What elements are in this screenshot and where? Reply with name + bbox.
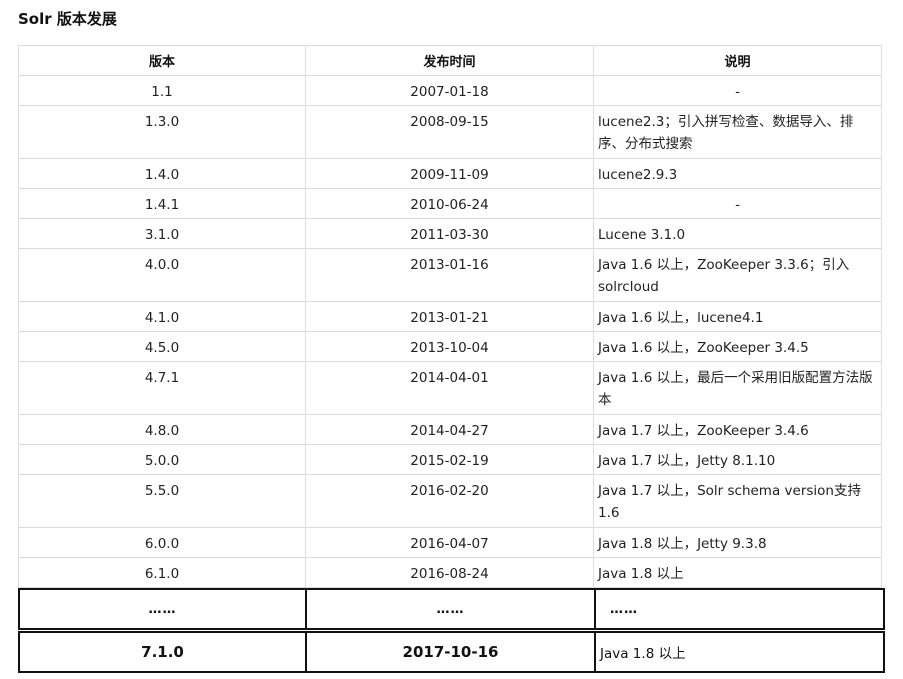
description-cell: Java 1.7 以上，Solr schema version支持1.6: [593, 474, 882, 528]
description-cell: Lucene 3.1.0: [593, 218, 882, 249]
date-ellipsis-cell: ……: [305, 588, 596, 630]
description-cell: Java 1.8 以上，Jetty 9.3.8: [593, 527, 882, 558]
table-row: 6.1.0 2016-08-24 Java 1.8 以上: [18, 557, 882, 588]
date-cell: 2010-06-24: [305, 188, 594, 219]
date-cell: 2013-01-21: [305, 301, 594, 332]
table-row: 4.0.0 2013-01-16 Java 1.6 以上，ZooKeeper 3…: [18, 248, 882, 302]
version-cell: 5.5.0: [18, 474, 306, 528]
date-cell: 2016-08-24: [305, 557, 594, 588]
date-cell: 2014-04-27: [305, 414, 594, 445]
version-cell: 1.3.0: [18, 105, 306, 159]
description-cell: lucene2.3；引入拼写检查、数据导入、排序、分布式搜索: [593, 105, 882, 159]
version-cell: 6.0.0: [18, 527, 306, 558]
version-table: 版本 发布时间 说明 1.1 2007-01-18 - 1.3.0 2008-0…: [18, 45, 882, 588]
table-row: 1.3.0 2008-09-15 lucene2.3；引入拼写检查、数据导入、排…: [18, 105, 882, 159]
table-row: 4.8.0 2014-04-27 Java 1.7 以上，ZooKeeper 3…: [18, 414, 882, 445]
version-ellipsis-cell: ……: [18, 588, 307, 630]
version-cell: 4.7.1: [18, 361, 306, 415]
version-cell: 4.1.0: [18, 301, 306, 332]
version-cell: 1.4.0: [18, 158, 306, 189]
version-cell: 4.0.0: [18, 248, 306, 302]
description-cell: Java 1.6 以上，lucene4.1: [593, 301, 882, 332]
ellipsis-row-table: …… …… ……: [18, 588, 885, 630]
page-title: Solr 版本发展: [18, 10, 117, 28]
ellipsis-row: …… …… ……: [18, 588, 885, 630]
table-row: 5.0.0 2015-02-19 Java 1.7 以上，Jetty 8.1.1…: [18, 444, 882, 475]
description-cell: Java 1.6 以上，ZooKeeper 3.4.5: [593, 331, 882, 362]
description-cell: Java 1.8 以上: [594, 631, 885, 673]
table-row: 4.5.0 2013-10-04 Java 1.6 以上，ZooKeeper 3…: [18, 331, 882, 362]
version-cell: 6.1.0: [18, 557, 306, 588]
date-cell: 2017-10-16: [305, 631, 596, 673]
date-cell: 2007-01-18: [305, 75, 594, 106]
date-cell: 2014-04-01: [305, 361, 594, 415]
table-row: 1.4.0 2009-11-09 lucene2.9.3: [18, 158, 882, 189]
description-cell: -: [593, 188, 882, 219]
latest-row-table: 7.1.0 2017-10-16 Java 1.8 以上: [18, 631, 885, 673]
version-cell: 4.8.0: [18, 414, 306, 445]
version-cell: 5.0.0: [18, 444, 306, 475]
description-cell: Java 1.6 以上，最后一个采用旧版配置方法版本: [593, 361, 882, 415]
date-cell: 2013-01-16: [305, 248, 594, 302]
date-cell: 2015-02-19: [305, 444, 594, 475]
version-cell: 7.1.0: [18, 631, 307, 673]
column-header-version: 版本: [18, 45, 306, 76]
table-header-row: 版本 发布时间 说明: [18, 45, 882, 76]
description-cell: -: [593, 75, 882, 106]
table-row: 3.1.0 2011-03-30 Lucene 3.1.0: [18, 218, 882, 249]
version-cell: 1.1: [18, 75, 306, 106]
date-cell: 2013-10-04: [305, 331, 594, 362]
table-row: 1.1 2007-01-18 -: [18, 75, 882, 106]
description-cell: Java 1.7 以上，Jetty 8.1.10: [593, 444, 882, 475]
table-row: 4.1.0 2013-01-21 Java 1.6 以上，lucene4.1: [18, 301, 882, 332]
description-cell: Java 1.8 以上: [593, 557, 882, 588]
date-cell: 2011-03-30: [305, 218, 594, 249]
latest-version-row: 7.1.0 2017-10-16 Java 1.8 以上: [18, 631, 885, 673]
table-row: 1.4.1 2010-06-24 -: [18, 188, 882, 219]
date-cell: 2016-02-20: [305, 474, 594, 528]
date-cell: 2016-04-07: [305, 527, 594, 558]
date-cell: 2008-09-15: [305, 105, 594, 159]
table-row: 4.7.1 2014-04-01 Java 1.6 以上，最后一个采用旧版配置方…: [18, 361, 882, 415]
version-cell: 3.1.0: [18, 218, 306, 249]
date-cell: 2009-11-09: [305, 158, 594, 189]
version-cell: 1.4.1: [18, 188, 306, 219]
description-cell: Java 1.6 以上，ZooKeeper 3.3.6；引入solrcloud: [593, 248, 882, 302]
column-header-description: 说明: [593, 45, 882, 76]
column-header-date: 发布时间: [305, 45, 594, 76]
table-row: 6.0.0 2016-04-07 Java 1.8 以上，Jetty 9.3.8: [18, 527, 882, 558]
version-cell: 4.5.0: [18, 331, 306, 362]
table-row: 5.5.0 2016-02-20 Java 1.7 以上，Solr schema…: [18, 474, 882, 528]
description-cell: Java 1.7 以上，ZooKeeper 3.4.6: [593, 414, 882, 445]
description-ellipsis-cell: ……: [594, 588, 885, 630]
description-cell: lucene2.9.3: [593, 158, 882, 189]
